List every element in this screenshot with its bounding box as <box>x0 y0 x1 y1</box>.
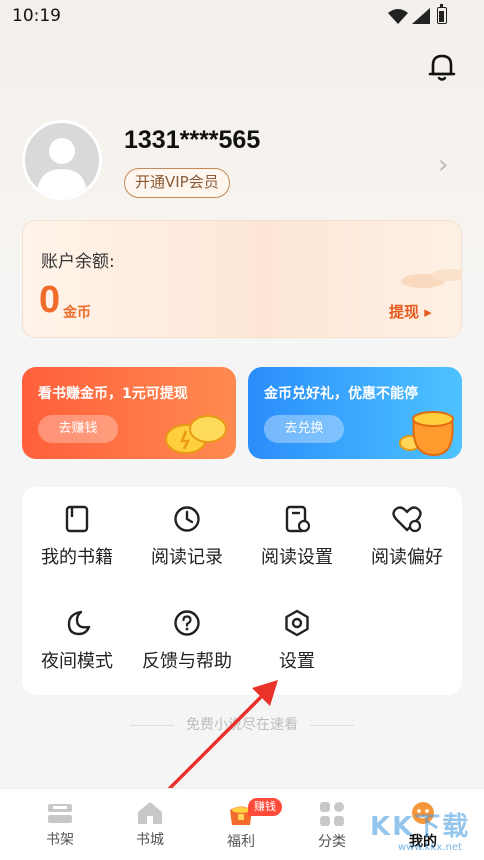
earn-coins-banner[interactable]: 看书赚金币，1元可提现 去赚钱 <box>22 367 236 459</box>
withdraw-link[interactable]: 提现 ▸ <box>389 301 432 322</box>
tab-categories[interactable]: 分类 <box>287 789 377 860</box>
balance-value: 0 <box>39 279 61 321</box>
clock-icon <box>174 506 200 532</box>
watermark: KK下载 <box>370 812 471 842</box>
bell-icon[interactable] <box>428 52 456 82</box>
grid-icon <box>320 802 344 826</box>
status-bar: 10:19 <box>0 0 484 34</box>
home-icon <box>138 802 162 824</box>
watermark-url: www.kkx.net <box>398 842 462 853</box>
menu-label: 阅读设置 <box>261 547 333 568</box>
signal-icon <box>412 8 430 24</box>
balance-unit: 金币 <box>63 305 91 321</box>
menu-my-books[interactable]: 我的书籍 <box>22 487 132 577</box>
avatar[interactable] <box>22 120 102 200</box>
go-redeem-button[interactable]: 去兑换 <box>264 415 344 443</box>
coins-decoration-icon <box>401 269 461 288</box>
menu-reading-preferences[interactable]: 阅读偏好 <box>352 487 462 577</box>
hexagon-settings-icon <box>285 609 309 637</box>
tab-label: 福利 <box>227 834 255 850</box>
redeem-gifts-banner[interactable]: 金币兑好礼，优惠不能停 去兑换 <box>248 367 462 459</box>
default-avatar-icon <box>37 138 87 197</box>
earn-badge: 赚钱 <box>248 798 282 816</box>
status-time: 10:19 <box>12 6 61 26</box>
go-earn-button[interactable]: 去赚钱 <box>38 415 118 443</box>
wifi-icon <box>388 9 408 24</box>
help-icon <box>174 610 200 636</box>
book-icon <box>65 505 89 533</box>
menu-label: 阅读偏好 <box>371 547 443 568</box>
tab-bookstore[interactable]: 书城 <box>105 789 195 860</box>
menu-settings[interactable]: 设置 <box>242 591 352 681</box>
coin-pot-icon <box>399 411 454 457</box>
battery-icon <box>437 4 447 24</box>
chevron-right-icon[interactable]: › <box>438 150 448 180</box>
shelf-icon <box>48 804 72 823</box>
red-arrow-annotation <box>168 680 278 790</box>
menu-label: 我的书籍 <box>41 547 113 568</box>
tab-label: 分类 <box>318 834 346 850</box>
menu-feedback-help[interactable]: 反馈与帮助 <box>132 591 242 681</box>
tab-label: 书城 <box>136 832 164 848</box>
open-vip-button[interactable]: 开通VIP会员 <box>124 168 230 198</box>
menu-night-mode[interactable]: 夜间模式 <box>22 591 132 681</box>
menu-label: 阅读记录 <box>151 547 223 568</box>
feature-menu: 我的书籍 阅读记录 阅读设置 阅读偏好 夜间模式 反馈与帮助 设置 <box>22 487 462 695</box>
moon-icon <box>67 610 91 636</box>
menu-label: 夜间模式 <box>41 651 113 672</box>
balance-label: 账户余额: <box>41 252 115 272</box>
menu-reading-history[interactable]: 阅读记录 <box>132 487 242 577</box>
heart-icon <box>392 506 422 533</box>
reading-settings-icon <box>285 505 311 533</box>
balance-card[interactable]: 账户余额: 0 金币 提现 ▸ <box>22 220 462 338</box>
user-phone: 1331****565 <box>124 126 261 154</box>
tab-label: 书架 <box>46 832 74 848</box>
menu-reading-settings[interactable]: 阅读设置 <box>242 487 352 577</box>
gold-coins-icon <box>165 415 227 454</box>
tab-bookshelf[interactable]: 书架 <box>15 789 105 860</box>
